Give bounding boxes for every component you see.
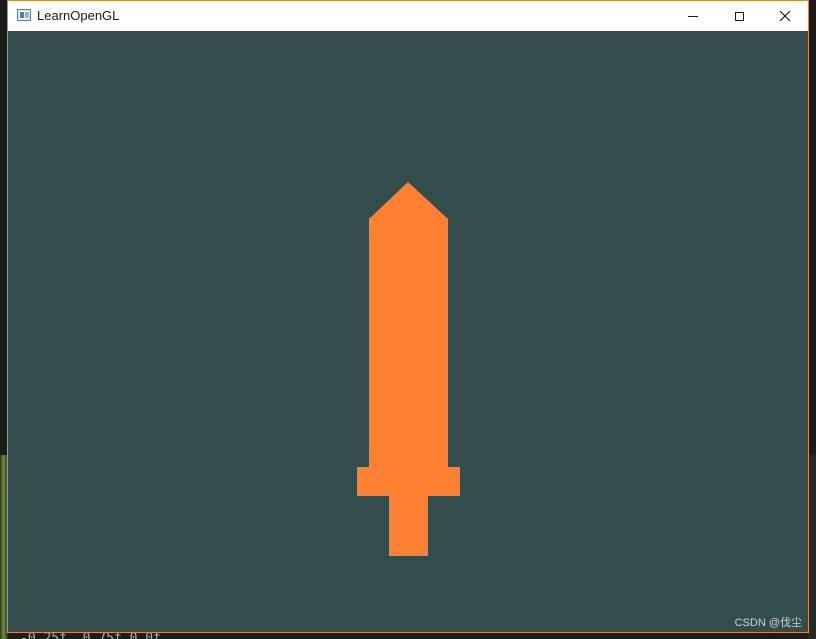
close-button[interactable] xyxy=(762,1,808,31)
app-window: LearnOpenGL CSDN @伐尘 xyxy=(7,0,809,633)
sword-crossguard xyxy=(357,467,460,496)
title-bar[interactable]: LearnOpenGL xyxy=(8,1,808,31)
app-icon xyxy=(17,9,31,21)
opengl-viewport[interactable]: CSDN @伐尘 xyxy=(8,31,808,632)
minimize-icon xyxy=(688,15,698,17)
sword-shape xyxy=(357,182,460,556)
desktop-background-right xyxy=(808,455,816,639)
minimize-button[interactable] xyxy=(670,1,716,31)
maximize-icon xyxy=(734,11,744,21)
maximize-button[interactable] xyxy=(716,1,762,31)
sword-tip xyxy=(369,182,448,219)
sword-grip xyxy=(389,495,428,556)
watermark: CSDN @伐尘 xyxy=(734,617,802,629)
close-icon xyxy=(779,10,791,22)
window-title: LearnOpenGL xyxy=(37,8,120,23)
sword-blade xyxy=(369,218,448,468)
